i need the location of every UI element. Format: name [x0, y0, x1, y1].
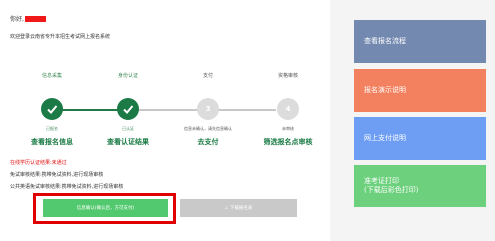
- side-panel: 查看报名流程 报名演示说明 网上支付说明 准考证打印 (下载后彩色打印): [345, 0, 495, 241]
- step-1-title: 信息采集: [41, 73, 63, 79]
- step-4-title: 资格审核: [277, 73, 299, 79]
- step-1-link[interactable]: 查看报名信息: [31, 137, 73, 147]
- progress-steps: 信息采集 已报名 查看报名信息 身份认证 已认证 查看认证结果 支付 3 信息未…: [0, 72, 330, 152]
- step-2-check-icon: [117, 98, 139, 120]
- step-4-link[interactable]: 筛选报名点审核: [264, 137, 313, 147]
- card-label: 准考证打印: [364, 177, 399, 185]
- step-connector-1: [54, 109, 124, 111]
- step-2-link[interactable]: 查看认证结果: [107, 137, 149, 147]
- view-process-card[interactable]: 查看报名流程: [354, 20, 486, 63]
- step-connector-3: [216, 109, 276, 111]
- card-label: 报名演示说明: [364, 86, 406, 94]
- step-3-title: 支付: [202, 73, 214, 79]
- exemption-audit-result: 免试审核结果:携带免试资料,进行现场审核: [10, 172, 104, 178]
- step-3-link[interactable]: 去支付: [198, 137, 219, 147]
- card-sublabel: (下载后彩色打印): [364, 186, 419, 194]
- greeting: 你好,: [10, 14, 46, 23]
- demo-guide-card[interactable]: 报名演示说明: [354, 69, 486, 112]
- app-window: 你好, 欢迎登录云南省专升本招生考试网上报名系统 信息采集 已报名 查看报名信息…: [0, 0, 495, 241]
- confirm-info-button[interactable]: 信息确认(确认后，方可支付): [43, 199, 168, 217]
- english-exemption-audit-result: 公共英语免试审核结果:携带免试资料,进行现场审核: [10, 184, 124, 190]
- welcome-text: 欢迎登录云南省专升本招生考试网上报名系统: [10, 34, 111, 40]
- admission-ticket-card[interactable]: 准考证打印 (下载后彩色打印): [354, 165, 486, 207]
- card-label: 网上支付说明: [364, 134, 406, 142]
- step-3-number: 3: [197, 98, 219, 120]
- step-1-status: 已报名: [46, 126, 58, 131]
- education-verification-result: 在线学历认证结果:未通过: [10, 160, 67, 166]
- greeting-prefix: 你好,: [10, 16, 24, 23]
- step-1-check-icon: [41, 98, 63, 120]
- step-2-title: 身份认证: [117, 73, 139, 79]
- step-connector-2: [138, 109, 198, 111]
- main-panel: 你好, 欢迎登录云南省专升本招生考试网上报名系统 信息采集 已报名 查看报名信息…: [0, 0, 330, 241]
- step-2-status: 已认证: [122, 126, 134, 131]
- card-label: 查看报名流程: [364, 37, 406, 45]
- step-3-status: 信息未确认，请先信息确认: [184, 126, 232, 131]
- step-4-number: 4: [277, 98, 299, 120]
- redacted-username: [24, 15, 46, 22]
- step-4-status: 未审核: [282, 126, 294, 131]
- download-form-button[interactable]: ⊥ 下载报名表: [180, 199, 297, 217]
- payment-guide-card[interactable]: 网上支付说明: [354, 117, 486, 160]
